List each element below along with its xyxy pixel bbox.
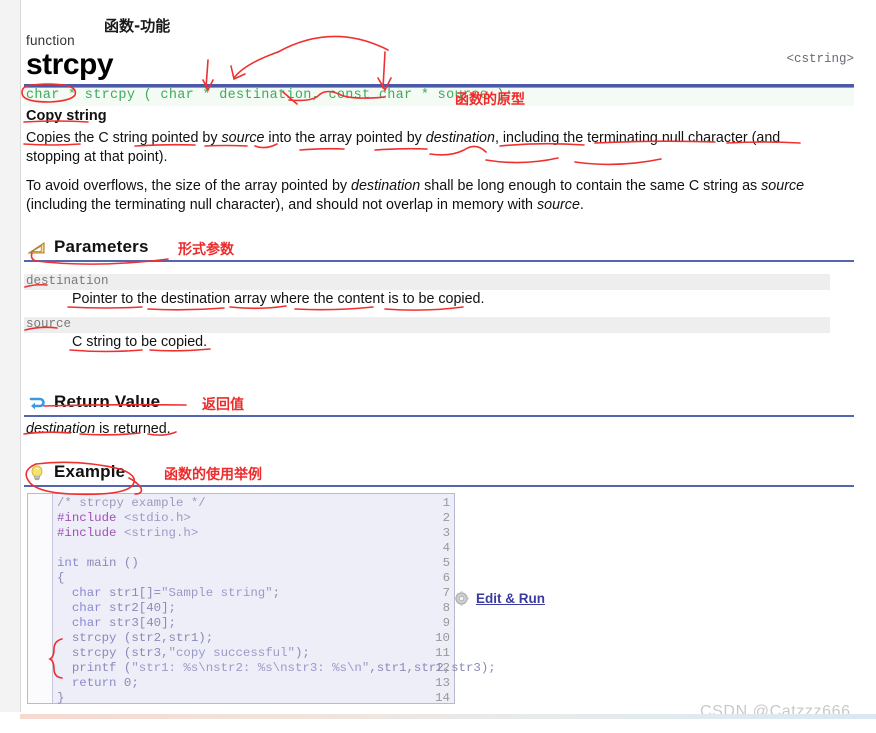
param-name-destination: destination bbox=[26, 274, 109, 288]
summary-p2-part-d: . bbox=[579, 196, 584, 213]
summary-p2-source-2: source bbox=[536, 196, 580, 213]
section-parameters-annotation-cn: 形式参数 bbox=[178, 242, 234, 258]
header-include-header: <cstring> bbox=[786, 52, 854, 66]
code-line: /* strcpy example */ bbox=[57, 496, 206, 510]
left-margin-rule bbox=[0, 0, 21, 712]
summary-p2-part-a: To avoid overflows, the size of the arra… bbox=[26, 178, 352, 194]
summary-p1-part-b: into the array pointed by bbox=[264, 130, 426, 146]
ruler-triangle-icon bbox=[27, 238, 47, 258]
section-example: Example 函数的使用举例 bbox=[24, 462, 854, 488]
return-arrow-icon bbox=[27, 393, 47, 413]
gear-icon[interactable] bbox=[454, 591, 469, 606]
summary-p2-destination: destination bbox=[351, 178, 421, 194]
code-line-number-gutter bbox=[28, 494, 53, 703]
code-line: char str1[]="Sample string"; bbox=[71, 586, 281, 600]
section-example-divider bbox=[24, 485, 854, 487]
prototype-annotation-cn: 函数的原型 bbox=[455, 92, 525, 108]
code-line: strcpy (str2,str1); bbox=[57, 631, 214, 645]
code-line: char str2[40]; bbox=[71, 601, 176, 615]
code-line: #include <stdio.h> bbox=[57, 511, 191, 525]
param-desc-source: C string to be copied. bbox=[72, 334, 208, 350]
code-line: #include <string.h> bbox=[57, 526, 199, 540]
code-line: strcpy (str3,"copy successful"); bbox=[57, 646, 310, 660]
code-line: int main () bbox=[57, 556, 139, 570]
summary-p1-destination: destination bbox=[425, 130, 495, 146]
section-return-value: Return Value 返回值 bbox=[24, 392, 854, 418]
summary-p2-part-b: shall be long enough to contain the same… bbox=[420, 178, 762, 194]
lightbulb-icon bbox=[27, 463, 47, 483]
summary-heading: Copy string bbox=[26, 108, 107, 124]
param-row-bar-destination bbox=[24, 274, 830, 290]
summary-paragraph-1: Copies the C string pointed by source in… bbox=[26, 129, 826, 166]
section-return-value-annotation-cn: 返回值 bbox=[202, 397, 244, 413]
summary-p2-source: source bbox=[761, 178, 805, 194]
summary-p2-part-c: (including the terminating null characte… bbox=[26, 196, 537, 213]
edit-and-run-link[interactable]: Edit & Run bbox=[476, 591, 545, 606]
section-parameters: Parameters 形式参数 bbox=[24, 237, 854, 263]
page-root: function 函数-功能 strcpy <cstring> char * s… bbox=[0, 0, 876, 733]
section-return-value-divider bbox=[24, 415, 854, 417]
section-parameters-divider bbox=[24, 260, 854, 262]
function-prototype: char * strcpy ( char * destination, cons… bbox=[26, 88, 514, 103]
code-line: { bbox=[57, 571, 65, 585]
code-line: printf ("str1: %s\nstr2: %s\nstr3: %s\n"… bbox=[57, 661, 496, 675]
return-value-text: destination is returned. bbox=[26, 420, 826, 439]
example-code-block[interactable]: 1 2 3 4 5 6 7 8 9 10 11 12 13 14 /* strcpy example */… bbox=[27, 493, 496, 705]
header-annotation-cn: 函数-功能 bbox=[104, 17, 171, 35]
summary-paragraph-2: To avoid overflows, the size of the arra… bbox=[26, 177, 826, 214]
section-return-value-title: Return Value bbox=[54, 392, 161, 411]
summary-p1-source: source bbox=[221, 130, 265, 146]
section-example-title: Example bbox=[54, 462, 126, 481]
code-line: char str3[40]; bbox=[71, 616, 176, 630]
return-value-rest: is returned. bbox=[95, 421, 171, 437]
function-kind-label: function bbox=[26, 33, 75, 48]
param-desc-destination: Pointer to the destination array where t… bbox=[72, 291, 485, 307]
section-example-annotation-cn: 函数的使用举例 bbox=[164, 467, 262, 483]
code-source[interactable]: /* strcpy example */#include <stdio.h> #i… bbox=[57, 496, 496, 706]
code-line: } bbox=[57, 691, 65, 705]
code-line: return 0; bbox=[71, 676, 139, 690]
param-name-source: source bbox=[26, 317, 72, 331]
footer-spacer bbox=[0, 719, 876, 733]
section-parameters-title: Parameters bbox=[54, 237, 149, 256]
summary-p1-part-a: Copies the C string pointed by bbox=[26, 130, 222, 146]
return-value-em: destination bbox=[26, 421, 96, 437]
param-row-bar-source bbox=[24, 317, 830, 333]
page-title: strcpy bbox=[26, 48, 114, 81]
